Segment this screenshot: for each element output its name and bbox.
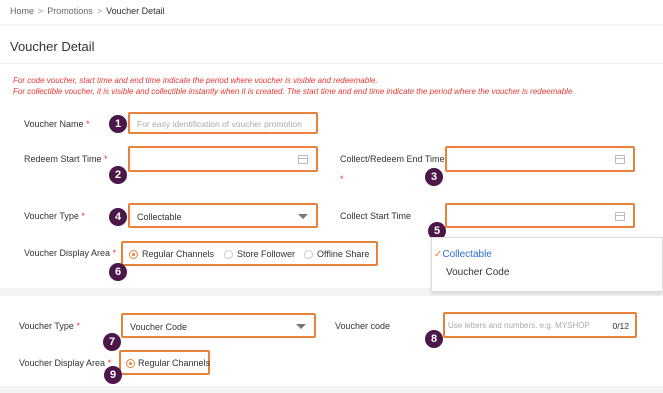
radio-offline-share[interactable] <box>304 250 313 259</box>
note-line-2: For collectible voucher, it is visible a… <box>13 87 573 96</box>
annotation-badge-8: 8 <box>425 330 443 348</box>
annotation-badge-7: 7 <box>103 333 121 351</box>
radio-store-follower[interactable] <box>224 250 233 259</box>
required-mark: * <box>340 174 344 184</box>
annotation-badge-1: 1 <box>109 115 127 133</box>
collect-start-time-label: Collect Start Time <box>340 211 412 221</box>
breadcrumb-separator: > <box>96 6 103 16</box>
radio-store-follower-label[interactable]: Store Follower <box>237 249 295 259</box>
annotation-badge-6: 6 <box>109 263 127 281</box>
collect-start-time-input[interactable] <box>445 203 635 228</box>
annotation-badge-9: 9 <box>104 366 122 384</box>
voucher-code-label: Voucher code <box>335 321 391 331</box>
voucher-display-area-label: Voucher Display Area * <box>24 248 117 258</box>
collect-redeem-end-time-label: Collect/Redeem End Time <box>340 154 445 164</box>
chevron-down-icon[interactable] <box>296 324 306 329</box>
voucher-name-placeholder: For easy identification of voucher promo… <box>137 119 302 129</box>
voucher-type-label-2: Voucher Type * <box>19 321 80 331</box>
dropdown-option-voucher-code[interactable]: Voucher Code <box>446 267 509 278</box>
title-divider <box>0 63 663 64</box>
radio-regular-channels-label-2[interactable]: Regular Channels <box>138 358 210 368</box>
voucher-type-value-2: Voucher Code <box>130 322 188 332</box>
voucher-display-area-radio-group-2: Regular Channels <box>119 350 210 375</box>
breadcrumb-promotions[interactable]: Promotions <box>47 6 93 16</box>
voucher-type-label: Voucher Type * <box>24 211 85 221</box>
radio-regular-channels-2[interactable] <box>126 359 135 368</box>
dropdown-option-collectable[interactable]: ✓Collectable <box>434 249 492 260</box>
voucher-type-select-2[interactable]: Voucher Code <box>121 313 316 338</box>
calendar-icon[interactable] <box>298 155 308 164</box>
collect-redeem-end-time-input[interactable] <box>445 146 635 172</box>
annotation-badge-4: 4 <box>109 208 127 226</box>
annotation-badge-2: 2 <box>109 166 127 184</box>
voucher-code-input[interactable]: Use letters and numbers. e.g. MYSHOP 0/1… <box>443 312 637 338</box>
voucher-display-area-label-2: Voucher Display Area * <box>19 358 112 368</box>
calendar-icon[interactable] <box>615 155 625 164</box>
voucher-code-placeholder: Use letters and numbers. e.g. MYSHOP <box>448 321 590 330</box>
annotation-badge-3: 3 <box>425 168 443 186</box>
voucher-type-select[interactable]: Collectable <box>128 203 318 228</box>
voucher-code-panel <box>0 296 663 386</box>
note-line-1: For code voucher, start time and end tim… <box>13 76 378 85</box>
voucher-code-counter: 0/12 <box>612 321 629 331</box>
radio-regular-channels-label[interactable]: Regular Channels <box>142 249 214 259</box>
redeem-start-time-input[interactable] <box>128 146 318 172</box>
voucher-name-label: Voucher Name * <box>24 119 90 129</box>
breadcrumb-home[interactable]: Home <box>10 6 34 16</box>
voucher-type-value: Collectable <box>137 212 182 222</box>
redeem-start-time-label: Redeem Start Time * <box>24 154 108 164</box>
voucher-type-dropdown-menu: ✓Collectable Voucher Code <box>431 237 663 292</box>
voucher-name-input[interactable]: For easy identification of voucher promo… <box>128 112 318 134</box>
breadcrumb-current: Voucher Detail <box>106 6 165 16</box>
radio-regular-channels[interactable] <box>129 250 138 259</box>
calendar-icon[interactable] <box>615 212 625 221</box>
voucher-display-area-radio-group: Regular Channels Store Follower Offline … <box>121 241 378 266</box>
breadcrumb-separator: > <box>38 6 44 16</box>
breadcrumb: Home > Promotions > Voucher Detail <box>10 6 165 16</box>
page-title: Voucher Detail <box>10 39 95 54</box>
radio-offline-share-label[interactable]: Offline Share <box>317 249 369 259</box>
chevron-down-icon[interactable] <box>298 214 308 219</box>
